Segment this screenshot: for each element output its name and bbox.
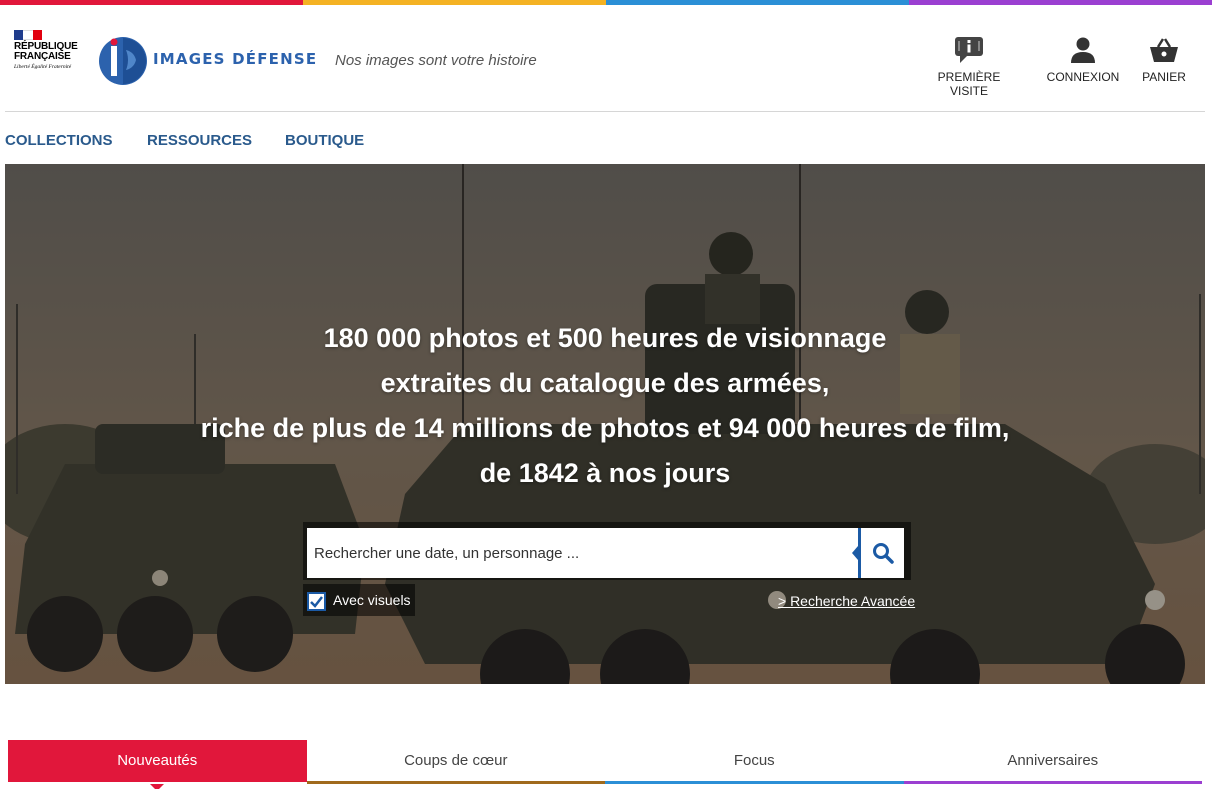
tab-label: Nouveautés [117,752,198,769]
connexion-label: CONNEXION [1046,70,1120,84]
panier-label: PANIER [1142,70,1186,84]
site-header: RÉPUBLIQUE FRANÇAISE Liberté Égalité Fra… [5,6,1205,112]
tagline: Nos images sont votre histoire [335,52,537,69]
images-defense-logo-icon[interactable] [98,36,148,86]
hero-line-1: 180 000 photos et 500 heures de visionna… [323,323,887,353]
devise: Liberté Égalité Fraternité [14,64,72,70]
tab-focus[interactable]: Focus [605,740,904,784]
info-icon [955,37,983,63]
hero-headline: 180 000 photos et 500 heures de visionna… [5,316,1205,496]
user-icon [1071,37,1095,63]
basket-icon [1150,38,1178,62]
nav-ressources[interactable]: RESSOURCES [147,132,252,149]
stripe-purple [909,0,1212,5]
avec-visuels-label[interactable]: Avec visuels [333,592,411,608]
stripe-yellow [303,0,606,5]
connexion-button[interactable]: CONNEXION [1043,36,1123,84]
hero-line-2: extraites du catalogue des armées, [380,368,830,398]
content-tabs: Nouveautés Coups de cœur Focus Anniversa… [8,740,1202,789]
tab-underline [605,781,904,784]
search-input[interactable] [307,528,858,578]
search-notch [852,546,858,560]
hero-line-3: riche de plus de 14 millions de photos e… [200,413,1010,443]
french-flag-icon [14,30,42,40]
search-icon [872,543,894,564]
search-button[interactable] [852,528,904,578]
main-nav: COLLECTIONS RESSOURCES BOUTIQUE [5,113,1205,163]
premiere-visite-label: PREMIÈRE VISITE [937,70,1001,98]
logo-text[interactable]: IMAGES DÉFENSE [153,50,317,68]
checkmark-icon [310,596,323,608]
republique-line2: FRANÇAISE [14,51,71,62]
panier-button[interactable]: PANIER [1139,36,1189,84]
tab-nouveautes[interactable]: Nouveautés [8,740,307,789]
avec-visuels-checkbox[interactable] [307,592,326,611]
republique-francaise-logo[interactable]: RÉPUBLIQUE FRANÇAISE Liberté Égalité Fra… [14,30,94,70]
tab-label: Anniversaires [1007,752,1099,769]
hero-line-4: de 1842 à nos jours [479,458,731,488]
nav-boutique[interactable]: BOUTIQUE [285,132,364,149]
tab-anniversaires[interactable]: Anniversaires [903,740,1202,784]
nav-collections[interactable]: COLLECTIONS [5,132,113,149]
tab-label: Coups de cœur [404,752,508,769]
premiere-visite-button[interactable]: PREMIÈRE VISITE [920,36,1018,98]
hero-banner: 180 000 photos et 500 heures de visionna… [5,164,1205,684]
stripe-red [0,0,303,5]
tab-label: Focus [733,752,775,769]
stripe-blue [606,0,909,5]
active-tab-caret [150,784,164,789]
tab-underline [306,781,605,784]
tab-underline [903,781,1202,784]
recherche-avancee-link[interactable]: > Recherche Avancée [778,593,915,609]
tab-coups-de-coeur[interactable]: Coups de cœur [306,740,605,784]
